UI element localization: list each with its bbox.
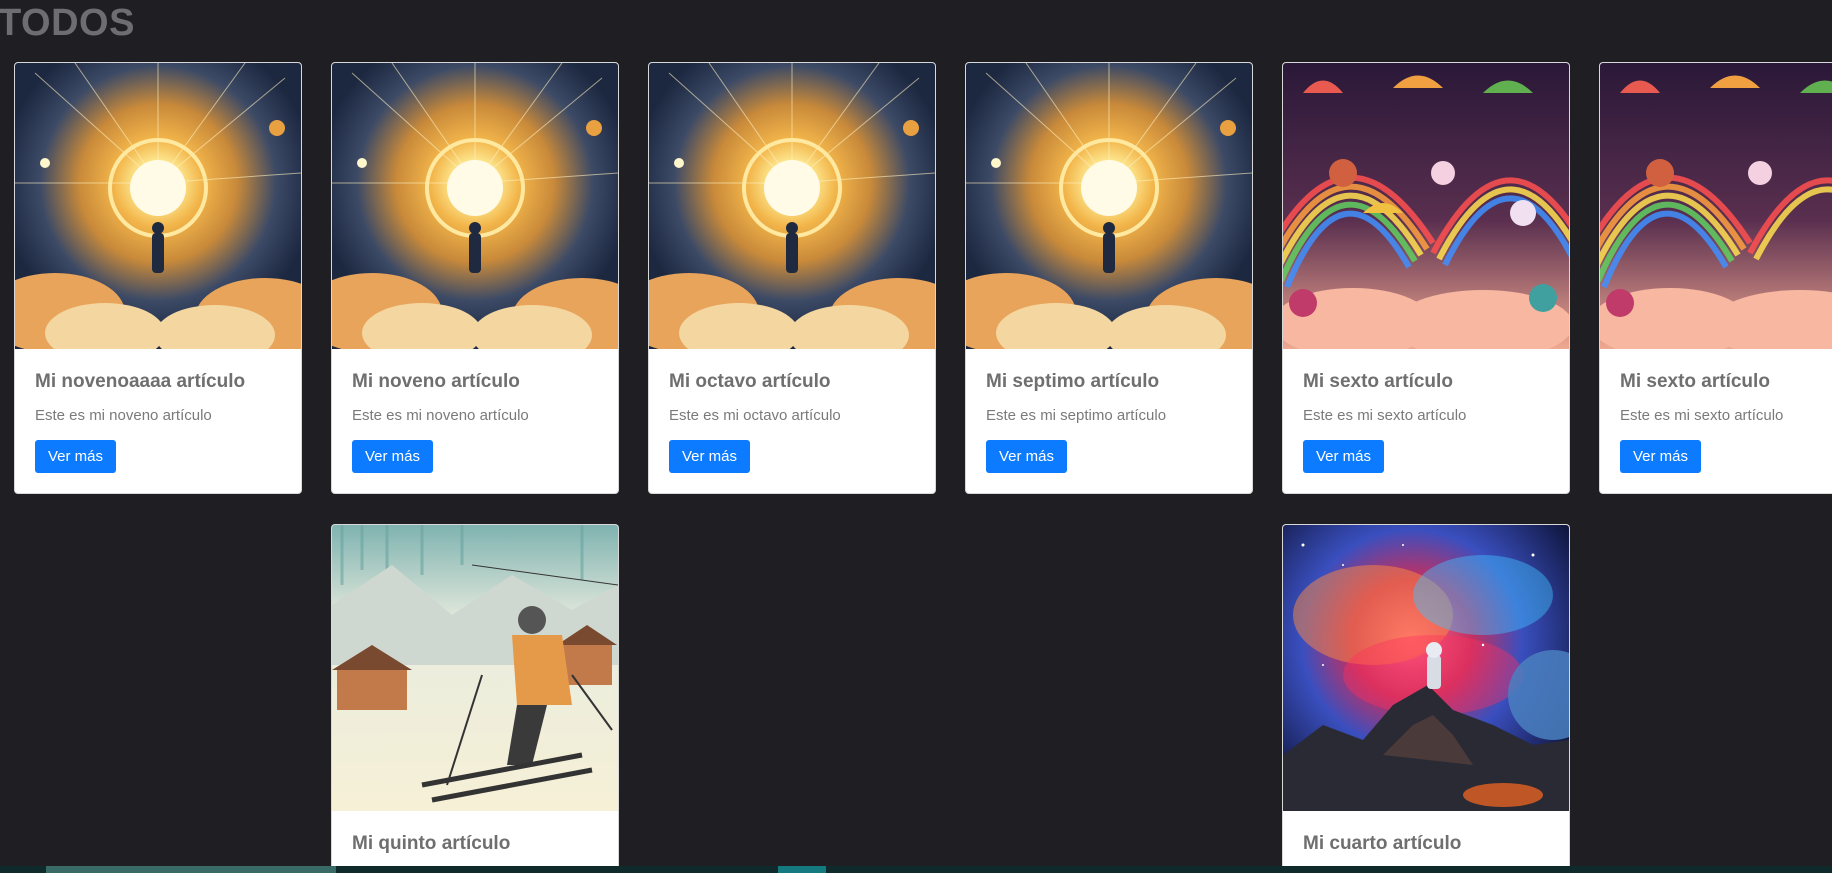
card-text: Este es mi noveno artículo xyxy=(352,407,529,424)
article-card: Mi novenoaaaa artículo Este es mi noveno… xyxy=(14,62,302,494)
ver-mas-button[interactable]: Ver más xyxy=(986,440,1068,473)
portal-light-illustration xyxy=(649,63,935,349)
ver-mas-button[interactable]: Ver más xyxy=(352,440,434,473)
card-title: Mi quinto artículo xyxy=(352,833,511,854)
ver-mas-button[interactable]: Ver más xyxy=(669,440,751,473)
ver-mas-button[interactable]: Ver más xyxy=(35,440,117,473)
astronaut-nebula-illustration xyxy=(1283,525,1569,811)
ver-mas-button[interactable]: Ver más xyxy=(1303,440,1385,473)
article-card: Mi quinto artículo xyxy=(331,524,619,867)
article-card: Mi noveno artículo Este es mi noveno art… xyxy=(331,62,619,494)
rainbow-animals-illustration xyxy=(1600,63,1832,349)
rainbow-animals-illustration xyxy=(1283,63,1569,349)
portal-light-illustration xyxy=(15,63,301,349)
card-text: Este es mi sexto artículo xyxy=(1620,407,1784,424)
bottom-bar-segment xyxy=(46,866,336,873)
card-text: Este es mi noveno artículo xyxy=(35,407,212,424)
card-title: Mi octavo artículo xyxy=(669,371,831,392)
card-title: Mi septimo artículo xyxy=(986,371,1160,392)
card-text: Este es mi sexto artículo xyxy=(1303,407,1467,424)
card-title: Mi sexto artículo xyxy=(1303,371,1453,392)
portal-light-illustration xyxy=(332,63,618,349)
skier-illustration xyxy=(332,525,618,811)
article-card: Mi octavo artículo Este es mi octavo art… xyxy=(648,62,936,494)
card-title: Mi sexto artículo xyxy=(1620,371,1770,392)
portal-light-illustration xyxy=(966,63,1252,349)
article-card: Mi sexto artículo Este es mi sexto artíc… xyxy=(1599,62,1832,494)
card-text: Este es mi octavo artículo xyxy=(669,407,841,424)
card-title: Mi cuarto artículo xyxy=(1303,833,1462,854)
ver-mas-button[interactable]: Ver más xyxy=(1620,440,1702,473)
card-title: Mi novenoaaaa artículo xyxy=(35,371,246,392)
bottom-bar-segment xyxy=(778,866,826,873)
article-card: Mi septimo artículo Este es mi septimo a… xyxy=(965,62,1253,494)
card-text: Este es mi septimo artículo xyxy=(986,407,1167,424)
article-card: Mi sexto artículo Este es mi sexto artíc… xyxy=(1282,62,1570,494)
page-title: TODOS xyxy=(0,2,135,44)
card-title: Mi noveno artículo xyxy=(352,371,520,392)
article-card: Mi cuarto artículo xyxy=(1282,524,1570,867)
